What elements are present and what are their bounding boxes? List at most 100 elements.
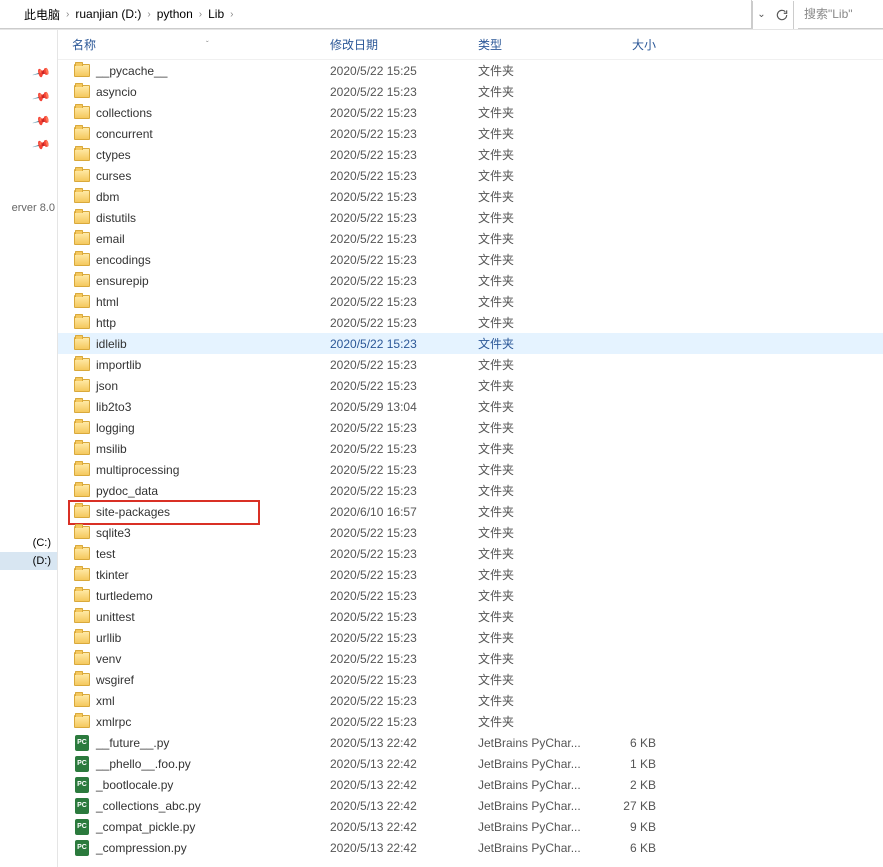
list-item[interactable]: site-packages2020/6/10 16:57文件夹 <box>58 501 883 522</box>
breadcrumb-segment[interactable]: 此电脑 <box>20 0 64 28</box>
list-item[interactable]: msilib2020/5/22 15:23文件夹 <box>58 438 883 459</box>
file-type: JetBrains PyChar... <box>478 778 596 792</box>
file-rows[interactable]: __pycache__2020/5/22 15:25文件夹asyncio2020… <box>58 60 883 867</box>
list-item[interactable]: PC_bootlocale.py2020/5/13 22:42JetBrains… <box>58 774 883 795</box>
list-item[interactable]: xml2020/5/22 15:23文件夹 <box>58 690 883 711</box>
python-file-icon: PC <box>75 756 89 772</box>
chevron-right-icon: › <box>64 9 71 20</box>
file-size: 6 KB <box>596 841 656 855</box>
file-name: encodings <box>92 253 330 267</box>
list-item[interactable]: wsgiref2020/5/22 15:23文件夹 <box>58 669 883 690</box>
file-type: 文件夹 <box>478 713 596 730</box>
list-item[interactable]: venv2020/5/22 15:23文件夹 <box>58 648 883 669</box>
drive-item[interactable]: (C:) <box>0 534 57 552</box>
file-date: 2020/5/22 15:23 <box>330 526 478 540</box>
list-item[interactable]: PC__phello__.foo.py2020/5/13 22:42JetBra… <box>58 753 883 774</box>
list-item[interactable]: html2020/5/22 15:23文件夹 <box>58 291 883 312</box>
list-item[interactable]: idlelib2020/5/22 15:23文件夹 <box>58 333 883 354</box>
file-name: __future__.py <box>92 736 330 750</box>
file-type: 文件夹 <box>478 377 596 394</box>
list-item[interactable]: test2020/5/22 15:23文件夹 <box>58 543 883 564</box>
folder-icon <box>74 568 90 581</box>
file-date: 2020/5/22 15:23 <box>330 568 478 582</box>
list-item[interactable]: tkinter2020/5/22 15:23文件夹 <box>58 564 883 585</box>
file-size: 2 KB <box>596 778 656 792</box>
file-date: 2020/5/13 22:42 <box>330 820 478 834</box>
breadcrumb-segment[interactable]: python <box>153 0 197 28</box>
list-item[interactable]: asyncio2020/5/22 15:23文件夹 <box>58 81 883 102</box>
folder-icon <box>74 421 90 434</box>
list-item[interactable]: collections2020/5/22 15:23文件夹 <box>58 102 883 123</box>
file-date: 2020/5/22 15:23 <box>330 274 478 288</box>
list-item[interactable]: email2020/5/22 15:23文件夹 <box>58 228 883 249</box>
file-name: xml <box>92 694 330 708</box>
list-item[interactable]: pydoc_data2020/5/22 15:23文件夹 <box>58 480 883 501</box>
list-item[interactable]: __pycache__2020/5/22 15:25文件夹 <box>58 60 883 81</box>
folder-icon <box>74 106 90 119</box>
pin-icon[interactable]: 📌 <box>32 63 52 83</box>
folder-icon <box>74 442 90 455</box>
list-item[interactable]: curses2020/5/22 15:23文件夹 <box>58 165 883 186</box>
list-item[interactable]: PC_compat_pickle.py2020/5/13 22:42JetBra… <box>58 816 883 837</box>
list-item[interactable]: ensurepip2020/5/22 15:23文件夹 <box>58 270 883 291</box>
file-date: 2020/5/22 15:23 <box>330 253 478 267</box>
list-item[interactable]: unittest2020/5/22 15:23文件夹 <box>58 606 883 627</box>
file-date: 2020/5/22 15:23 <box>330 127 478 141</box>
pin-icon[interactable]: 📌 <box>32 111 52 131</box>
file-name: idlelib <box>92 337 330 351</box>
file-type: 文件夹 <box>478 608 596 625</box>
breadcrumb-dropdown[interactable]: ⌄ <box>752 1 770 29</box>
column-date[interactable]: 修改日期 <box>330 36 478 53</box>
list-item[interactable]: turtledemo2020/5/22 15:23文件夹 <box>58 585 883 606</box>
list-item[interactable]: http2020/5/22 15:23文件夹 <box>58 312 883 333</box>
list-item[interactable]: logging2020/5/22 15:23文件夹 <box>58 417 883 438</box>
file-type: 文件夹 <box>478 587 596 604</box>
breadcrumb[interactable]: 此电脑 › ruanjian (D:) › python › Lib › <box>0 0 752 29</box>
list-item[interactable]: concurrent2020/5/22 15:23文件夹 <box>58 123 883 144</box>
folder-icon <box>74 64 90 77</box>
list-item[interactable]: dbm2020/5/22 15:23文件夹 <box>58 186 883 207</box>
file-name: __phello__.foo.py <box>92 757 330 771</box>
file-date: 2020/5/22 15:23 <box>330 232 478 246</box>
list-item[interactable]: urllib2020/5/22 15:23文件夹 <box>58 627 883 648</box>
refresh-icon <box>775 8 789 22</box>
folder-icon <box>74 673 90 686</box>
refresh-button[interactable] <box>770 1 794 29</box>
file-name: lib2to3 <box>92 400 330 414</box>
pin-icon[interactable]: 📌 <box>32 135 52 155</box>
file-date: 2020/5/22 15:23 <box>330 589 478 603</box>
drive-item[interactable]: (D:) <box>0 552 57 570</box>
list-item[interactable]: json2020/5/22 15:23文件夹 <box>58 375 883 396</box>
file-type: 文件夹 <box>478 209 596 226</box>
folder-icon <box>74 358 90 371</box>
file-name: distutils <box>92 211 330 225</box>
column-size[interactable]: 大小 <box>596 36 656 53</box>
list-item[interactable]: PC_compression.py2020/5/13 22:42JetBrain… <box>58 837 883 858</box>
search-input[interactable] <box>798 1 883 29</box>
file-date: 2020/5/22 15:23 <box>330 694 478 708</box>
file-type: 文件夹 <box>478 335 596 352</box>
file-type: JetBrains PyChar... <box>478 799 596 813</box>
list-item[interactable]: PC__future__.py2020/5/13 22:42JetBrains … <box>58 732 883 753</box>
file-name: http <box>92 316 330 330</box>
column-type[interactable]: 类型 <box>478 36 596 53</box>
breadcrumb-segment[interactable]: ruanjian (D:) <box>71 0 145 28</box>
breadcrumb-segment[interactable]: Lib <box>204 0 228 28</box>
list-item[interactable]: lib2to32020/5/29 13:04文件夹 <box>58 396 883 417</box>
file-type: 文件夹 <box>478 251 596 268</box>
column-name[interactable]: 名称 ˇ <box>72 36 330 53</box>
list-item[interactable]: sqlite32020/5/22 15:23文件夹 <box>58 522 883 543</box>
file-name: concurrent <box>92 127 330 141</box>
pin-icon[interactable]: 📌 <box>32 87 52 107</box>
list-item[interactable]: xmlrpc2020/5/22 15:23文件夹 <box>58 711 883 732</box>
list-item[interactable]: multiprocessing2020/5/22 15:23文件夹 <box>58 459 883 480</box>
list-item[interactable]: PC_collections_abc.py2020/5/13 22:42JetB… <box>58 795 883 816</box>
list-item[interactable]: encodings2020/5/22 15:23文件夹 <box>58 249 883 270</box>
list-item[interactable]: importlib2020/5/22 15:23文件夹 <box>58 354 883 375</box>
list-item[interactable]: distutils2020/5/22 15:23文件夹 <box>58 207 883 228</box>
file-name: ensurepip <box>92 274 330 288</box>
file-name: msilib <box>92 442 330 456</box>
file-date: 2020/5/13 22:42 <box>330 736 478 750</box>
list-item[interactable]: ctypes2020/5/22 15:23文件夹 <box>58 144 883 165</box>
folder-icon <box>74 148 90 161</box>
